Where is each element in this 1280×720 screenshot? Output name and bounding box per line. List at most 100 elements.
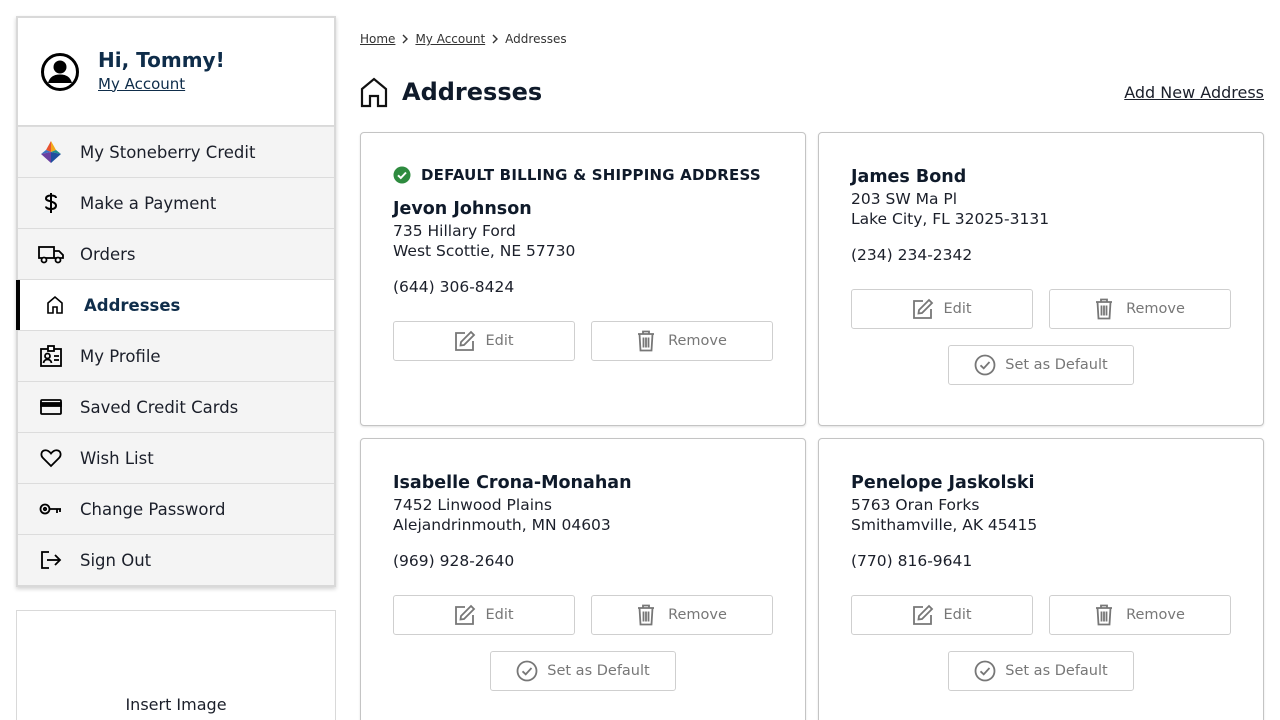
remove-button-label: Remove [668, 607, 727, 623]
greeting-text: Hi, Tommy! [98, 47, 225, 72]
address-card: Isabelle Crona-Monahan 7452 Linwood Plai… [360, 438, 806, 720]
credit-card-icon [38, 394, 64, 420]
sidebar-item-addresses[interactable]: Addresses [16, 279, 334, 330]
address-city: West Scottie, NE 57730 [393, 242, 576, 260]
set-as-default-button[interactable]: Set as Default [490, 651, 676, 691]
breadcrumb: Home My Account Addresses [360, 32, 567, 46]
chevron-right-icon [401, 34, 409, 44]
address-city: Alejandrinmouth, MN 04603 [393, 516, 611, 534]
check-circle-outline-icon [974, 354, 996, 376]
address-name: Jevon Johnson [393, 199, 532, 219]
breadcrumb-home-link[interactable]: Home [360, 32, 395, 46]
home-icon [42, 292, 68, 318]
breadcrumb-current: Addresses [505, 32, 567, 46]
check-circle-outline-icon [974, 660, 996, 682]
sidebar-item-label: Addresses [84, 295, 181, 315]
greeting-block: Hi, Tommy! My Account [18, 18, 334, 126]
check-circle-outline-icon [516, 660, 538, 682]
sidebar-item-label: Make a Payment [80, 193, 217, 213]
set-as-default-button[interactable]: Set as Default [948, 345, 1134, 385]
check-circle-icon [393, 166, 411, 184]
edit-address-button[interactable]: Edit [851, 595, 1033, 635]
home-icon [360, 77, 388, 108]
set-as-default-button[interactable]: Set as Default [948, 651, 1134, 691]
trash-icon [1095, 604, 1117, 626]
address-phone: (770) 816-9641 [851, 552, 973, 570]
heart-icon [38, 445, 64, 471]
profile-badge-icon [38, 343, 64, 369]
remove-button-label: Remove [1126, 607, 1185, 623]
edit-address-button[interactable]: Edit [393, 321, 575, 361]
page-title: Addresses [402, 78, 543, 106]
sign-out-icon [38, 547, 64, 573]
set-default-button-label: Set as Default [547, 663, 650, 679]
sidebar-item-saved-credit-cards[interactable]: Saved Credit Cards [18, 381, 334, 432]
sidebar-item-my-profile[interactable]: My Profile [18, 330, 334, 381]
default-address-badge: DEFAULT BILLING & SHIPPING ADDRESS [393, 163, 773, 187]
set-default-button-label: Set as Default [1005, 663, 1108, 679]
set-default-button-label: Set as Default [1005, 357, 1108, 373]
edit-button-label: Edit [943, 301, 972, 317]
remove-address-button[interactable]: Remove [591, 321, 773, 361]
chevron-right-icon [491, 34, 499, 44]
edit-icon [912, 604, 934, 626]
edit-icon [454, 330, 476, 352]
remove-button-label: Remove [668, 333, 727, 349]
sidebar-item-label: My Profile [80, 346, 161, 366]
address-card: James Bond 203 SW Ma Pl Lake City, FL 32… [818, 132, 1264, 426]
default-address-label: DEFAULT BILLING & SHIPPING ADDRESS [421, 166, 761, 184]
trash-icon [1095, 298, 1117, 320]
sidebar-item-make-payment[interactable]: Make a Payment [18, 177, 334, 228]
remove-address-button[interactable]: Remove [591, 595, 773, 635]
address-city: Smithamville, AK 45415 [851, 516, 1038, 534]
address-street: 5763 Oran Forks [851, 496, 980, 514]
truck-icon [38, 241, 64, 267]
sidebar-item-sign-out[interactable]: Sign Out [18, 534, 334, 585]
sidebar-item-orders[interactable]: Orders [18, 228, 334, 279]
address-phone: (234) 234-2342 [851, 246, 973, 264]
account-sidebar: Hi, Tommy! My Account My Stoneberry Cred… [16, 16, 336, 587]
address-card: Penelope Jaskolski 5763 Oran Forks Smith… [818, 438, 1264, 720]
remove-address-button[interactable]: Remove [1049, 595, 1231, 635]
address-city: Lake City, FL 32025-3131 [851, 210, 1050, 228]
address-street: 7452 Linwood Plains [393, 496, 552, 514]
remove-button-label: Remove [1126, 301, 1185, 317]
insert-image-placeholder: Insert Image [16, 610, 336, 720]
key-icon [38, 496, 64, 522]
edit-address-button[interactable]: Edit [851, 289, 1033, 329]
address-street: 203 SW Ma Pl [851, 190, 958, 208]
edit-button-label: Edit [943, 607, 972, 623]
edit-icon [454, 604, 476, 626]
insert-image-label: Insert Image [125, 695, 227, 714]
dollar-icon [38, 190, 64, 216]
address-phone: (969) 928-2640 [393, 552, 515, 570]
breadcrumb-my-account-link[interactable]: My Account [415, 32, 485, 46]
address-name: Isabelle Crona-Monahan [393, 473, 632, 493]
sidebar-item-label: Change Password [80, 499, 226, 519]
edit-address-button[interactable]: Edit [393, 595, 575, 635]
sidebar-item-label: Orders [80, 244, 136, 264]
sidebar-item-label: Wish List [80, 448, 154, 468]
user-avatar-icon [41, 52, 79, 91]
edit-button-label: Edit [485, 333, 514, 349]
address-phone: (644) 306-8424 [393, 278, 515, 296]
address-card-default: DEFAULT BILLING & SHIPPING ADDRESS Jevon… [360, 132, 806, 426]
sidebar-item-label: My Stoneberry Credit [80, 142, 256, 162]
page-header: Addresses Add New Address [360, 76, 1264, 108]
address-street: 735 Hillary Ford [393, 222, 516, 240]
sidebar-item-change-password[interactable]: Change Password [18, 483, 334, 534]
edit-button-label: Edit [485, 607, 514, 623]
address-name: Penelope Jaskolski [851, 473, 1035, 493]
add-new-address-link[interactable]: Add New Address [1124, 83, 1264, 102]
edit-icon [912, 298, 934, 320]
sidebar-item-label: Saved Credit Cards [80, 397, 239, 417]
sidebar-item-stoneberry-credit[interactable]: My Stoneberry Credit [18, 126, 334, 177]
sidebar-item-label: Sign Out [80, 550, 152, 570]
address-name: James Bond [851, 167, 967, 187]
sidebar-item-wish-list[interactable]: Wish List [18, 432, 334, 483]
trash-icon [637, 330, 659, 352]
stoneberry-logo-icon [38, 139, 64, 165]
my-account-link[interactable]: My Account [98, 72, 225, 96]
trash-icon [637, 604, 659, 626]
remove-address-button[interactable]: Remove [1049, 289, 1231, 329]
